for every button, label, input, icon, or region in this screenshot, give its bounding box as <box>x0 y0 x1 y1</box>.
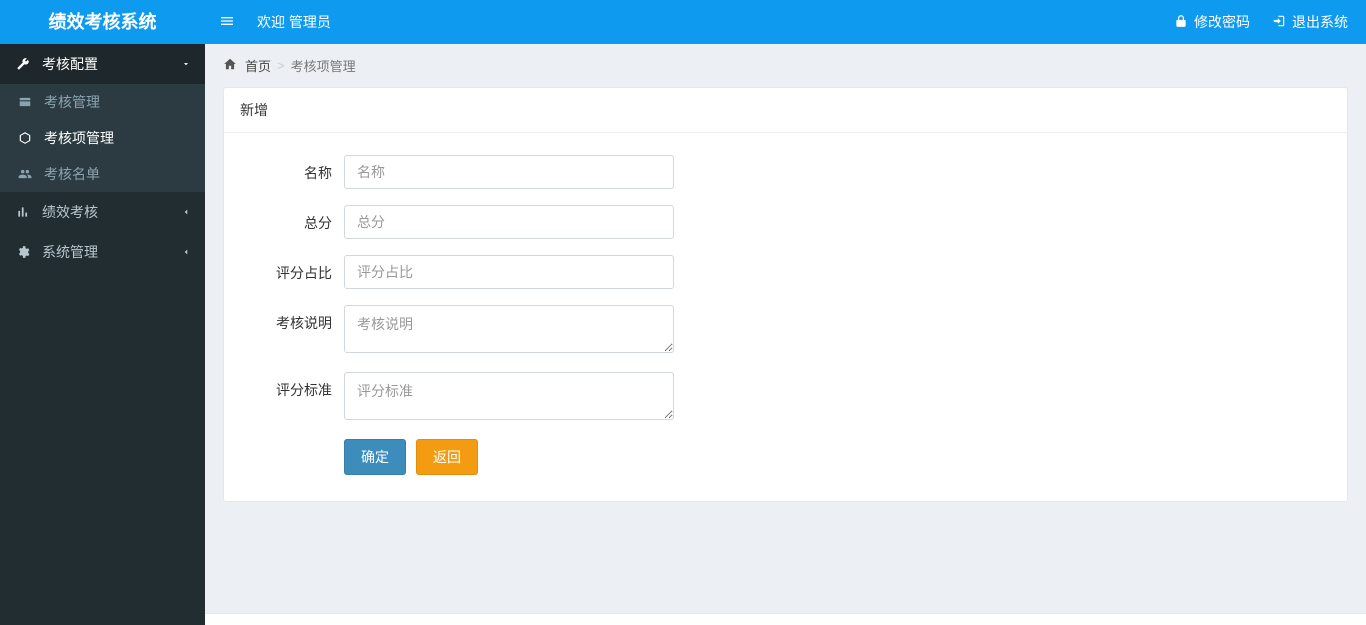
sidebar: 考核配置 考核管理 考核项管理 考核名单 <box>0 44 205 625</box>
menu-icon <box>219 13 235 32</box>
textarea-description[interactable] <box>344 305 674 353</box>
submit-button[interactable]: 确定 <box>344 439 406 475</box>
gear-icon <box>16 245 36 259</box>
form-row-name: 名称 <box>244 155 1327 189</box>
label-criteria: 评分标准 <box>244 372 344 400</box>
wrench-icon <box>16 57 36 71</box>
chevron-down-icon <box>181 56 191 72</box>
sidebar-item-label: 考核管理 <box>44 92 100 112</box>
sidebar-item-label: 考核名单 <box>44 164 100 184</box>
panel-body: 名称 总分 评分占比 <box>224 133 1347 501</box>
form-row-description: 考核说明 <box>244 305 1327 356</box>
label-total-score: 总分 <box>244 205 344 233</box>
sidebar-item-assessment-config[interactable]: 考核配置 <box>0 44 205 84</box>
sidebar-item-assessment-item-manage[interactable]: 考核项管理 <box>0 120 205 156</box>
sidebar-item-label: 考核配置 <box>42 54 98 74</box>
breadcrumb: 首页 > 考核项管理 <box>205 44 1366 87</box>
chevron-left-icon <box>181 244 191 260</box>
sidebar-item-assessment-manage[interactable]: 考核管理 <box>0 84 205 120</box>
app-logo: 绩效考核系统 <box>0 0 205 44</box>
panel-title: 新增 <box>224 88 1347 133</box>
logout-label: 退出系统 <box>1292 12 1348 32</box>
input-total-score[interactable] <box>344 205 674 239</box>
sidebar-item-label: 绩效考核 <box>42 202 98 222</box>
sidebar-toggle-button[interactable] <box>205 13 249 32</box>
cube-icon <box>18 131 38 145</box>
textarea-criteria[interactable] <box>344 372 674 420</box>
sidebar-item-performance[interactable]: 绩效考核 <box>0 192 205 232</box>
input-name[interactable] <box>344 155 674 189</box>
users-icon <box>18 167 38 181</box>
sidebar-item-assessment-roster[interactable]: 考核名单 <box>0 156 205 192</box>
topbar: 绩效考核系统 欢迎 管理员 修改密码 退出系统 <box>0 0 1366 44</box>
form-panel: 新增 名称 总分 评分占比 <box>223 87 1348 502</box>
sidebar-item-label: 系统管理 <box>42 242 98 262</box>
back-button[interactable]: 返回 <box>416 439 478 475</box>
sidebar-item-label: 考核项管理 <box>44 128 114 148</box>
breadcrumb-home[interactable]: 首页 <box>245 56 271 75</box>
chevron-left-icon <box>181 204 191 220</box>
breadcrumb-separator: > <box>277 58 285 73</box>
topbar-right: 修改密码 退出系统 <box>1152 12 1366 32</box>
logout-link[interactable]: 退出系统 <box>1272 12 1348 32</box>
form-row-total-score: 总分 <box>244 205 1327 239</box>
input-score-ratio[interactable] <box>344 255 674 289</box>
label-name: 名称 <box>244 155 344 183</box>
sidebar-item-system-manage[interactable]: 系统管理 <box>0 232 205 272</box>
logout-icon <box>1272 14 1292 31</box>
change-password-label: 修改密码 <box>1194 12 1250 32</box>
content-area: 首页 > 考核项管理 新增 名称 总分 <box>205 44 1366 625</box>
lock-icon <box>1174 14 1194 31</box>
form-row-score-ratio: 评分占比 <box>244 255 1327 289</box>
form-actions: 确定 返回 <box>344 439 1327 475</box>
welcome-text: 欢迎 管理员 <box>257 12 331 32</box>
sidebar-submenu-assessment-config: 考核管理 考核项管理 考核名单 <box>0 84 205 192</box>
bar-chart-icon <box>16 205 36 219</box>
breadcrumb-current: 考核项管理 <box>291 56 356 75</box>
app-title: 绩效考核系统 <box>49 12 157 32</box>
label-score-ratio: 评分占比 <box>244 255 344 283</box>
home-icon <box>223 57 245 74</box>
label-description: 考核说明 <box>244 305 344 333</box>
card-icon <box>18 95 38 109</box>
change-password-link[interactable]: 修改密码 <box>1174 12 1250 32</box>
footer <box>205 613 1366 625</box>
form-row-criteria: 评分标准 <box>244 372 1327 423</box>
